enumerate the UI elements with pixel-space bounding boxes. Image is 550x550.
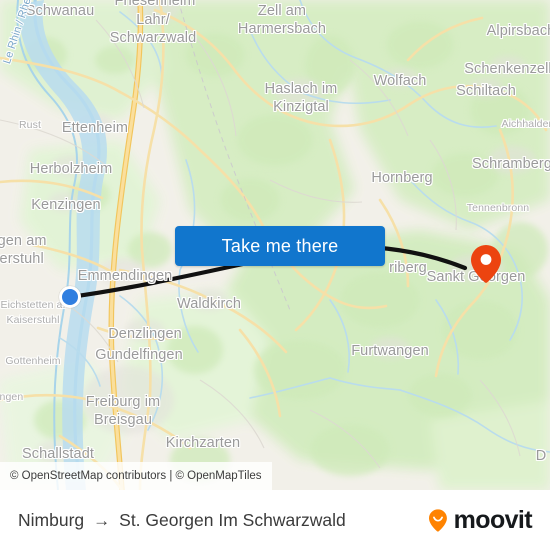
arrow-right-icon: → [93, 510, 111, 530]
origin-marker[interactable] [59, 286, 81, 308]
moovit-pin-icon [428, 509, 447, 532]
moovit-logo[interactable]: moovit [425, 505, 533, 534]
map-attribution[interactable]: © OpenStreetMap contributors | © OpenMap… [0, 462, 272, 490]
route-destination-label: St. Georgen Im Schwarzwald [119, 509, 346, 530]
map-canvas[interactable]: Schwanau Friesenheim Lahr/Schwarzwald Zell … [0, 0, 550, 490]
map-pin-icon [471, 245, 501, 283]
route-summary: Nimburg → St. Georgen Im Schwarzwald [18, 510, 346, 531]
footer-bar: Nimburg → St. Georgen Im Schwarzwald moo… [0, 490, 550, 550]
moovit-route-card: Schwanau Friesenheim Lahr/Schwarzwald Zell … [0, 0, 550, 550]
attribution-text: © OpenStreetMap contributors | © OpenMap… [10, 470, 262, 482]
route-origin-label: Nimburg [18, 509, 85, 530]
moovit-wordmark: moovit [453, 505, 533, 534]
destination-marker[interactable] [471, 245, 501, 283]
take-me-there-button[interactable]: Take me there [175, 226, 385, 266]
